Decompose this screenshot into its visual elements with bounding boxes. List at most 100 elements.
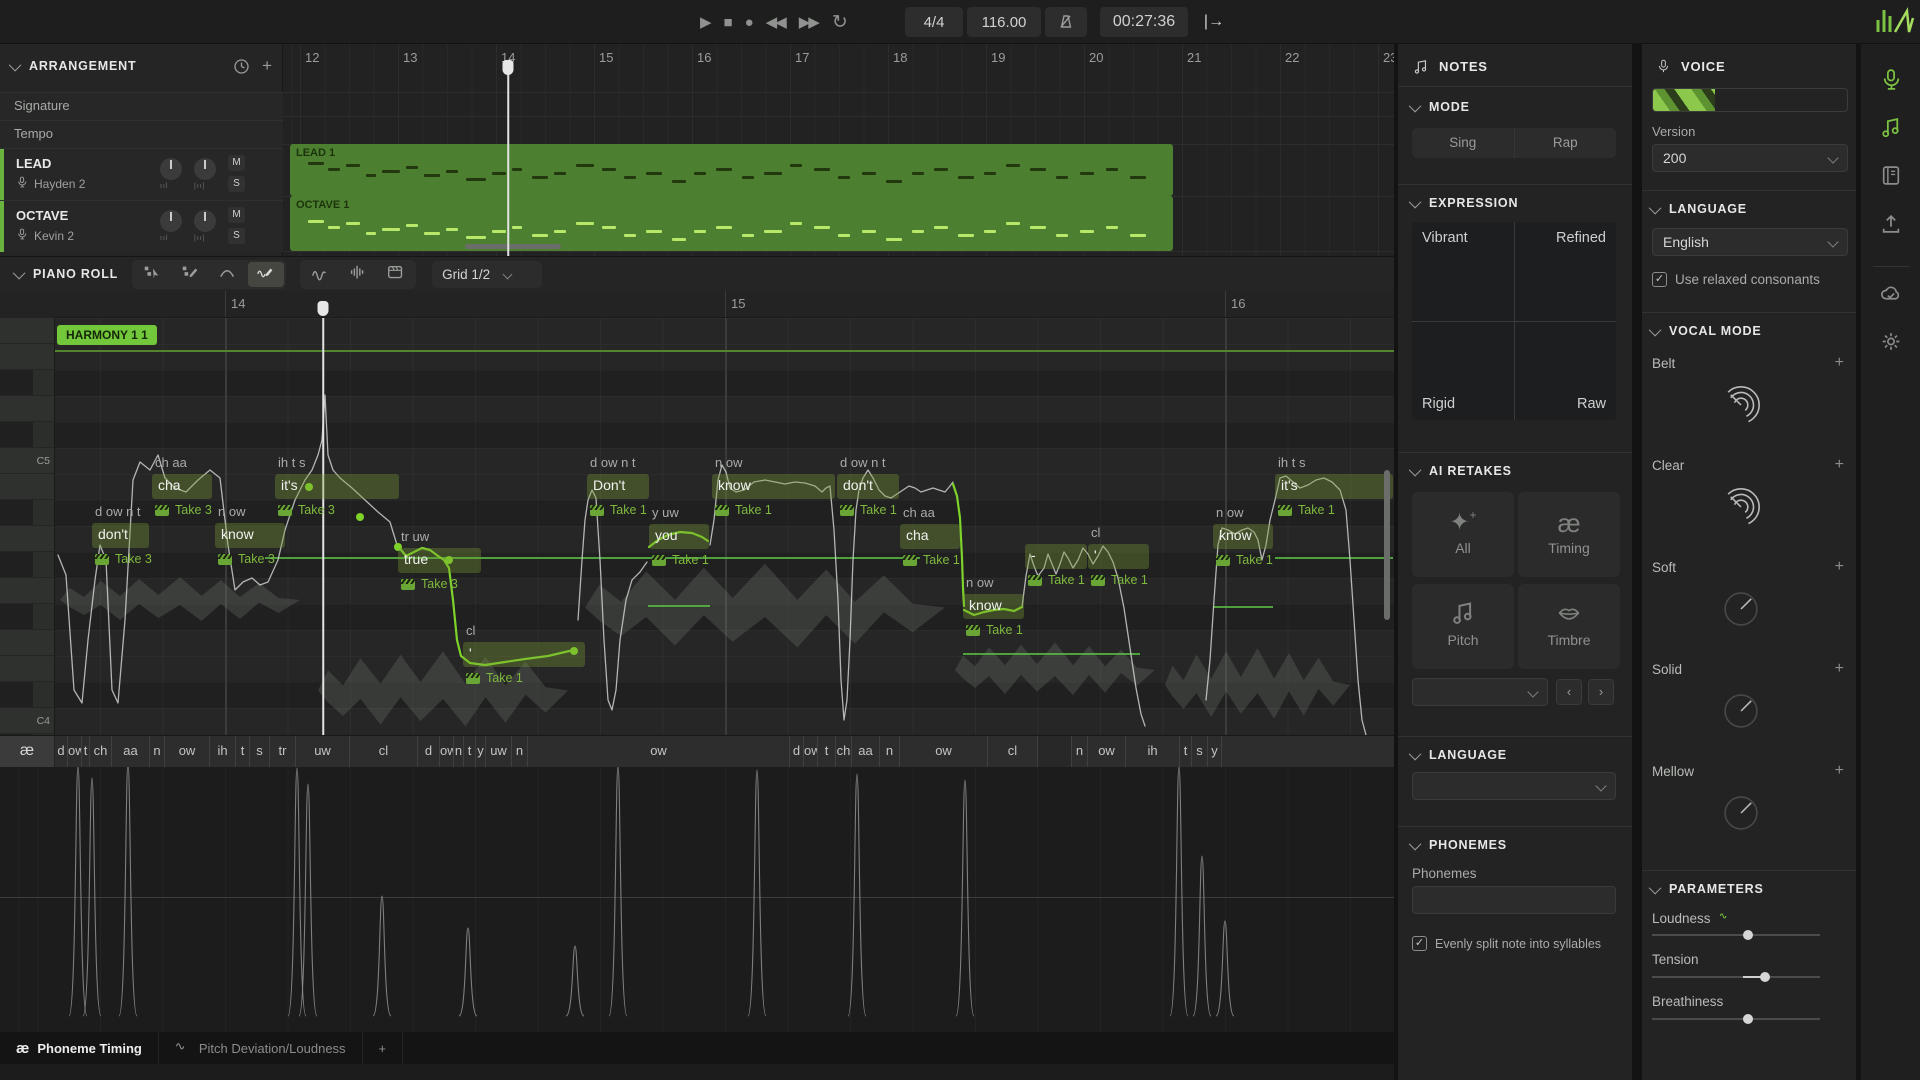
sidebar-note-icon[interactable]	[1879, 116, 1902, 142]
take-chip[interactable]: Take 3	[95, 552, 152, 566]
phoneme-segment[interactable]: y	[1208, 736, 1222, 768]
phoneme-segment[interactable]: ow	[528, 736, 790, 768]
ai-retake-timbre-button[interactable]: Timbre	[1518, 584, 1620, 669]
version-dropdown[interactable]: 200	[1652, 144, 1848, 172]
retake-next-button[interactable]: ›	[1588, 679, 1614, 705]
piano-roll-ruler[interactable]: 141516	[0, 291, 1394, 318]
vocal-mode-knob-clear[interactable]	[1716, 482, 1766, 535]
ai-retake-timing-button[interactable]: æTiming	[1518, 492, 1620, 577]
phoneme-segment[interactable]: y	[476, 736, 486, 768]
parameter-slider-breathiness[interactable]	[1652, 1014, 1820, 1024]
play-button[interactable]: ▶	[700, 13, 710, 31]
take-chip[interactable]: Take 1	[1216, 553, 1273, 567]
phoneme-segment[interactable]: n	[454, 736, 464, 768]
mode-option-sing[interactable]: Sing	[1412, 128, 1515, 158]
phoneme-segment[interactable]: ow	[440, 736, 454, 768]
white-key[interactable]: C5	[0, 448, 55, 474]
piano-roll-note[interactable]: know	[215, 523, 285, 548]
piano-roll-note[interactable]: it's	[275, 474, 399, 499]
mute-button[interactable]: M	[228, 207, 245, 223]
piano-roll-note[interactable]: you	[649, 524, 709, 549]
piano-roll-note[interactable]: -	[1025, 544, 1087, 569]
language-section-chevron-icon[interactable]	[1409, 747, 1422, 760]
solo-button[interactable]: S	[228, 228, 245, 244]
vocal-mode-knob-mellow[interactable]	[1716, 788, 1766, 841]
phoneme-segment[interactable]: aa	[112, 736, 150, 768]
voice-language-dropdown[interactable]: English	[1652, 228, 1848, 256]
phoneme-segment[interactable]: t	[818, 736, 836, 768]
sidebar-book-icon[interactable]	[1879, 164, 1902, 190]
sidebar-mic-icon[interactable]	[1879, 68, 1902, 94]
mute-button[interactable]: M	[228, 155, 245, 171]
grid-size-dropdown[interactable]: Grid 1/2	[432, 261, 542, 288]
vocal-mode-knob-soft[interactable]	[1716, 584, 1766, 637]
take-chip[interactable]: Take 1	[1278, 503, 1335, 517]
add-track-button[interactable]: +	[262, 56, 272, 76]
volume-knob[interactable]	[160, 158, 182, 180]
take-chip[interactable]: Take 1	[966, 623, 1023, 637]
piano-roll-note[interactable]: know	[963, 594, 1024, 619]
black-key[interactable]	[0, 500, 55, 526]
arrangement-row-tempo[interactable]: Tempo	[0, 120, 283, 148]
time-display[interactable]: 00:27:36	[1100, 7, 1188, 37]
piano-roll-note[interactable]: know	[1213, 524, 1273, 549]
track-row-lead[interactable]: LEADHayden 2ııl|ıı|MS	[0, 148, 283, 200]
note-language-dropdown[interactable]	[1412, 772, 1616, 800]
arrangement-row-signature[interactable]: Signature	[0, 92, 283, 120]
clip-film-tool-button[interactable]	[378, 262, 414, 287]
take-chip[interactable]: Take 3	[278, 503, 335, 517]
phoneme-segment[interactable]: n	[512, 736, 528, 768]
curve-tool-button[interactable]	[210, 262, 246, 287]
piano-roll-playhead-pin[interactable]	[318, 301, 329, 316]
note-select-tool-button[interactable]	[134, 262, 170, 287]
checkbox-icon[interactable]: ✓	[1412, 936, 1427, 951]
pitch-wave-tool-button[interactable]	[302, 262, 338, 287]
phoneme-segment[interactable]: ow	[1088, 736, 1126, 768]
retake-select-dropdown[interactable]	[1412, 678, 1548, 706]
phoneme-segment[interactable]	[1038, 736, 1072, 768]
phoneme-segment[interactable]: n	[1072, 736, 1088, 768]
sidebar-gear-icon[interactable]	[1879, 330, 1902, 356]
slider-thumb[interactable]	[1760, 972, 1770, 982]
clip-lead-1[interactable]: LEAD 1	[290, 144, 1173, 196]
phoneme-segment[interactable]: t	[236, 736, 250, 768]
record-button[interactable]: ●	[745, 14, 752, 31]
mode-option-rap[interactable]: Rap	[1515, 128, 1617, 158]
phoneme-segment[interactable]: ow	[900, 736, 988, 768]
sidebar-cloud-icon[interactable]	[1879, 282, 1902, 308]
expression-section-chevron-icon[interactable]	[1409, 195, 1422, 208]
take-chip[interactable]: Take 3	[401, 577, 458, 591]
note-pencil-tool-button[interactable]	[172, 262, 208, 287]
checkbox-icon[interactable]: ✓	[1652, 272, 1667, 287]
phoneme-segment[interactable]: d	[418, 736, 440, 768]
arrangement-collapse-chevron-icon[interactable]	[9, 58, 22, 71]
black-key[interactable]	[0, 552, 55, 578]
white-key[interactable]	[0, 318, 55, 344]
rewind-button[interactable]: ◀◀	[766, 13, 785, 31]
loop-button[interactable]: ↻	[832, 11, 848, 34]
forward-button[interactable]: ▶▶	[799, 13, 818, 31]
phoneme-segment[interactable]: ow	[68, 736, 82, 768]
white-key[interactable]	[0, 578, 55, 604]
part-tag[interactable]: HARMONY 1 1	[57, 325, 157, 345]
white-key[interactable]	[0, 526, 55, 552]
take-chip[interactable]: Take 1	[1028, 573, 1085, 587]
piano-roll-note[interactable]: don't	[92, 523, 149, 548]
piano-roll-vscrollbar[interactable]	[1384, 470, 1390, 620]
phoneme-segment[interactable]: cl	[350, 736, 418, 768]
piano-roll-note[interactable]: '	[463, 642, 585, 667]
phoneme-segment[interactable]: ch	[90, 736, 112, 768]
ai-retake-all-button[interactable]: ✦+All	[1412, 492, 1514, 577]
parameters-chevron-icon[interactable]	[1649, 881, 1662, 894]
phoneme-segment[interactable]: t	[464, 736, 476, 768]
phoneme-segment[interactable]: tr	[270, 736, 296, 768]
parameter-slider-loudness[interactable]	[1652, 930, 1820, 940]
piano-roll-note[interactable]: know	[712, 474, 835, 499]
voice-card-image[interactable]	[1652, 88, 1848, 112]
stop-button[interactable]: ■	[724, 14, 731, 31]
tab--[interactable]: +	[363, 1032, 404, 1064]
phoneme-segment[interactable]: uw	[486, 736, 512, 768]
phoneme-segment[interactable]: ch	[836, 736, 852, 768]
retake-prev-button[interactable]: ‹	[1556, 679, 1582, 705]
piano-roll-note[interactable]: it's	[1275, 474, 1393, 499]
